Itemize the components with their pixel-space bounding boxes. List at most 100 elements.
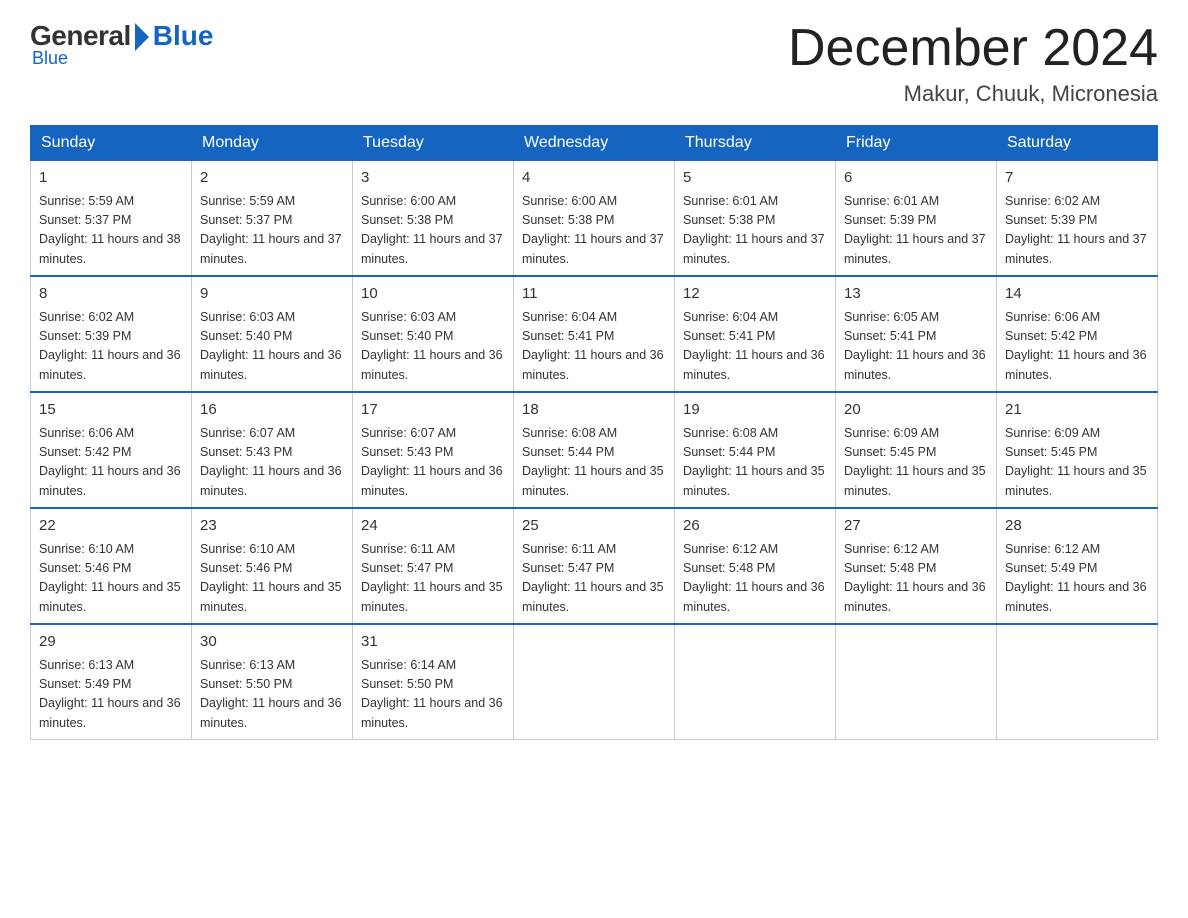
day-of-week-header: Friday — [836, 126, 997, 161]
calendar-day-cell: 12Sunrise: 6:04 AMSunset: 5:41 PMDayligh… — [675, 276, 836, 392]
calendar-day-cell: 22Sunrise: 6:10 AMSunset: 5:46 PMDayligh… — [31, 508, 192, 624]
day-number: 28 — [1005, 515, 1149, 538]
day-info: Sunrise: 6:12 AMSunset: 5:49 PMDaylight:… — [1005, 540, 1149, 618]
calendar-day-cell — [997, 624, 1158, 740]
location-title: Makur, Chuuk, Micronesia — [788, 81, 1158, 107]
day-number: 27 — [844, 515, 988, 538]
calendar-week-row: 1Sunrise: 5:59 AMSunset: 5:37 PMDaylight… — [31, 161, 1158, 277]
day-number: 23 — [200, 515, 344, 538]
calendar-day-cell: 21Sunrise: 6:09 AMSunset: 5:45 PMDayligh… — [997, 392, 1158, 508]
title-block: December 2024 Makur, Chuuk, Micronesia — [788, 20, 1158, 107]
day-info: Sunrise: 6:12 AMSunset: 5:48 PMDaylight:… — [844, 540, 988, 618]
page-header: General Blue Blue December 2024 Makur, C… — [30, 20, 1158, 107]
logo-triangle-icon — [135, 23, 149, 51]
day-info: Sunrise: 6:09 AMSunset: 5:45 PMDaylight:… — [844, 424, 988, 502]
day-info: Sunrise: 6:09 AMSunset: 5:45 PMDaylight:… — [1005, 424, 1149, 502]
day-number: 31 — [361, 631, 505, 654]
calendar-day-cell: 15Sunrise: 6:06 AMSunset: 5:42 PMDayligh… — [31, 392, 192, 508]
day-number: 17 — [361, 399, 505, 422]
day-number: 19 — [683, 399, 827, 422]
calendar-day-cell — [514, 624, 675, 740]
day-info: Sunrise: 6:08 AMSunset: 5:44 PMDaylight:… — [522, 424, 666, 502]
day-of-week-header: Saturday — [997, 126, 1158, 161]
day-info: Sunrise: 6:04 AMSunset: 5:41 PMDaylight:… — [522, 308, 666, 386]
day-info: Sunrise: 6:05 AMSunset: 5:41 PMDaylight:… — [844, 308, 988, 386]
calendar-day-cell: 31Sunrise: 6:14 AMSunset: 5:50 PMDayligh… — [353, 624, 514, 740]
day-info: Sunrise: 6:10 AMSunset: 5:46 PMDaylight:… — [200, 540, 344, 618]
calendar-day-cell: 18Sunrise: 6:08 AMSunset: 5:44 PMDayligh… — [514, 392, 675, 508]
day-of-week-header: Thursday — [675, 126, 836, 161]
calendar-week-row: 8Sunrise: 6:02 AMSunset: 5:39 PMDaylight… — [31, 276, 1158, 392]
calendar-day-cell: 4Sunrise: 6:00 AMSunset: 5:38 PMDaylight… — [514, 161, 675, 277]
day-number: 7 — [1005, 167, 1149, 190]
day-number: 8 — [39, 283, 183, 306]
day-info: Sunrise: 6:01 AMSunset: 5:38 PMDaylight:… — [683, 192, 827, 270]
day-number: 6 — [844, 167, 988, 190]
calendar-day-cell: 8Sunrise: 6:02 AMSunset: 5:39 PMDaylight… — [31, 276, 192, 392]
calendar-day-cell: 9Sunrise: 6:03 AMSunset: 5:40 PMDaylight… — [192, 276, 353, 392]
day-info: Sunrise: 6:10 AMSunset: 5:46 PMDaylight:… — [39, 540, 183, 618]
calendar-week-row: 29Sunrise: 6:13 AMSunset: 5:49 PMDayligh… — [31, 624, 1158, 740]
day-number: 30 — [200, 631, 344, 654]
day-number: 2 — [200, 167, 344, 190]
day-info: Sunrise: 6:01 AMSunset: 5:39 PMDaylight:… — [844, 192, 988, 270]
calendar-day-cell: 20Sunrise: 6:09 AMSunset: 5:45 PMDayligh… — [836, 392, 997, 508]
day-info: Sunrise: 6:12 AMSunset: 5:48 PMDaylight:… — [683, 540, 827, 618]
day-number: 1 — [39, 167, 183, 190]
calendar-day-cell: 7Sunrise: 6:02 AMSunset: 5:39 PMDaylight… — [997, 161, 1158, 277]
calendar-day-cell: 14Sunrise: 6:06 AMSunset: 5:42 PMDayligh… — [997, 276, 1158, 392]
day-number: 25 — [522, 515, 666, 538]
day-of-week-header: Monday — [192, 126, 353, 161]
calendar-day-cell: 3Sunrise: 6:00 AMSunset: 5:38 PMDaylight… — [353, 161, 514, 277]
day-info: Sunrise: 6:13 AMSunset: 5:49 PMDaylight:… — [39, 656, 183, 734]
calendar-day-cell: 11Sunrise: 6:04 AMSunset: 5:41 PMDayligh… — [514, 276, 675, 392]
month-title: December 2024 — [788, 20, 1158, 77]
calendar-day-cell: 1Sunrise: 5:59 AMSunset: 5:37 PMDaylight… — [31, 161, 192, 277]
day-number: 18 — [522, 399, 666, 422]
calendar-day-cell: 26Sunrise: 6:12 AMSunset: 5:48 PMDayligh… — [675, 508, 836, 624]
day-info: Sunrise: 6:08 AMSunset: 5:44 PMDaylight:… — [683, 424, 827, 502]
calendar-day-cell: 10Sunrise: 6:03 AMSunset: 5:40 PMDayligh… — [353, 276, 514, 392]
calendar-day-cell: 30Sunrise: 6:13 AMSunset: 5:50 PMDayligh… — [192, 624, 353, 740]
calendar-week-row: 15Sunrise: 6:06 AMSunset: 5:42 PMDayligh… — [31, 392, 1158, 508]
calendar-day-cell: 17Sunrise: 6:07 AMSunset: 5:43 PMDayligh… — [353, 392, 514, 508]
day-info: Sunrise: 6:04 AMSunset: 5:41 PMDaylight:… — [683, 308, 827, 386]
day-of-week-header: Tuesday — [353, 126, 514, 161]
calendar-day-cell: 24Sunrise: 6:11 AMSunset: 5:47 PMDayligh… — [353, 508, 514, 624]
calendar-header-row: SundayMondayTuesdayWednesdayThursdayFrid… — [31, 126, 1158, 161]
day-info: Sunrise: 6:02 AMSunset: 5:39 PMDaylight:… — [39, 308, 183, 386]
day-number: 10 — [361, 283, 505, 306]
calendar-day-cell: 29Sunrise: 6:13 AMSunset: 5:49 PMDayligh… — [31, 624, 192, 740]
day-number: 26 — [683, 515, 827, 538]
day-number: 21 — [1005, 399, 1149, 422]
day-info: Sunrise: 5:59 AMSunset: 5:37 PMDaylight:… — [39, 192, 183, 270]
day-info: Sunrise: 6:13 AMSunset: 5:50 PMDaylight:… — [200, 656, 344, 734]
day-number: 9 — [200, 283, 344, 306]
day-number: 22 — [39, 515, 183, 538]
day-info: Sunrise: 6:03 AMSunset: 5:40 PMDaylight:… — [200, 308, 344, 386]
day-info: Sunrise: 6:11 AMSunset: 5:47 PMDaylight:… — [522, 540, 666, 618]
calendar-day-cell — [836, 624, 997, 740]
day-of-week-header: Sunday — [31, 126, 192, 161]
calendar-day-cell: 28Sunrise: 6:12 AMSunset: 5:49 PMDayligh… — [997, 508, 1158, 624]
calendar-table: SundayMondayTuesdayWednesdayThursdayFrid… — [30, 125, 1158, 740]
day-number: 3 — [361, 167, 505, 190]
calendar-day-cell: 27Sunrise: 6:12 AMSunset: 5:48 PMDayligh… — [836, 508, 997, 624]
logo-subtitle: Blue — [32, 48, 68, 69]
day-number: 24 — [361, 515, 505, 538]
calendar-day-cell: 2Sunrise: 5:59 AMSunset: 5:37 PMDaylight… — [192, 161, 353, 277]
day-info: Sunrise: 6:06 AMSunset: 5:42 PMDaylight:… — [1005, 308, 1149, 386]
calendar-day-cell: 23Sunrise: 6:10 AMSunset: 5:46 PMDayligh… — [192, 508, 353, 624]
day-number: 4 — [522, 167, 666, 190]
calendar-day-cell — [675, 624, 836, 740]
day-info: Sunrise: 6:02 AMSunset: 5:39 PMDaylight:… — [1005, 192, 1149, 270]
day-number: 20 — [844, 399, 988, 422]
day-number: 16 — [200, 399, 344, 422]
day-number: 12 — [683, 283, 827, 306]
day-number: 14 — [1005, 283, 1149, 306]
day-number: 11 — [522, 283, 666, 306]
calendar-day-cell: 6Sunrise: 6:01 AMSunset: 5:39 PMDaylight… — [836, 161, 997, 277]
calendar-day-cell: 16Sunrise: 6:07 AMSunset: 5:43 PMDayligh… — [192, 392, 353, 508]
day-number: 29 — [39, 631, 183, 654]
calendar-day-cell: 5Sunrise: 6:01 AMSunset: 5:38 PMDaylight… — [675, 161, 836, 277]
